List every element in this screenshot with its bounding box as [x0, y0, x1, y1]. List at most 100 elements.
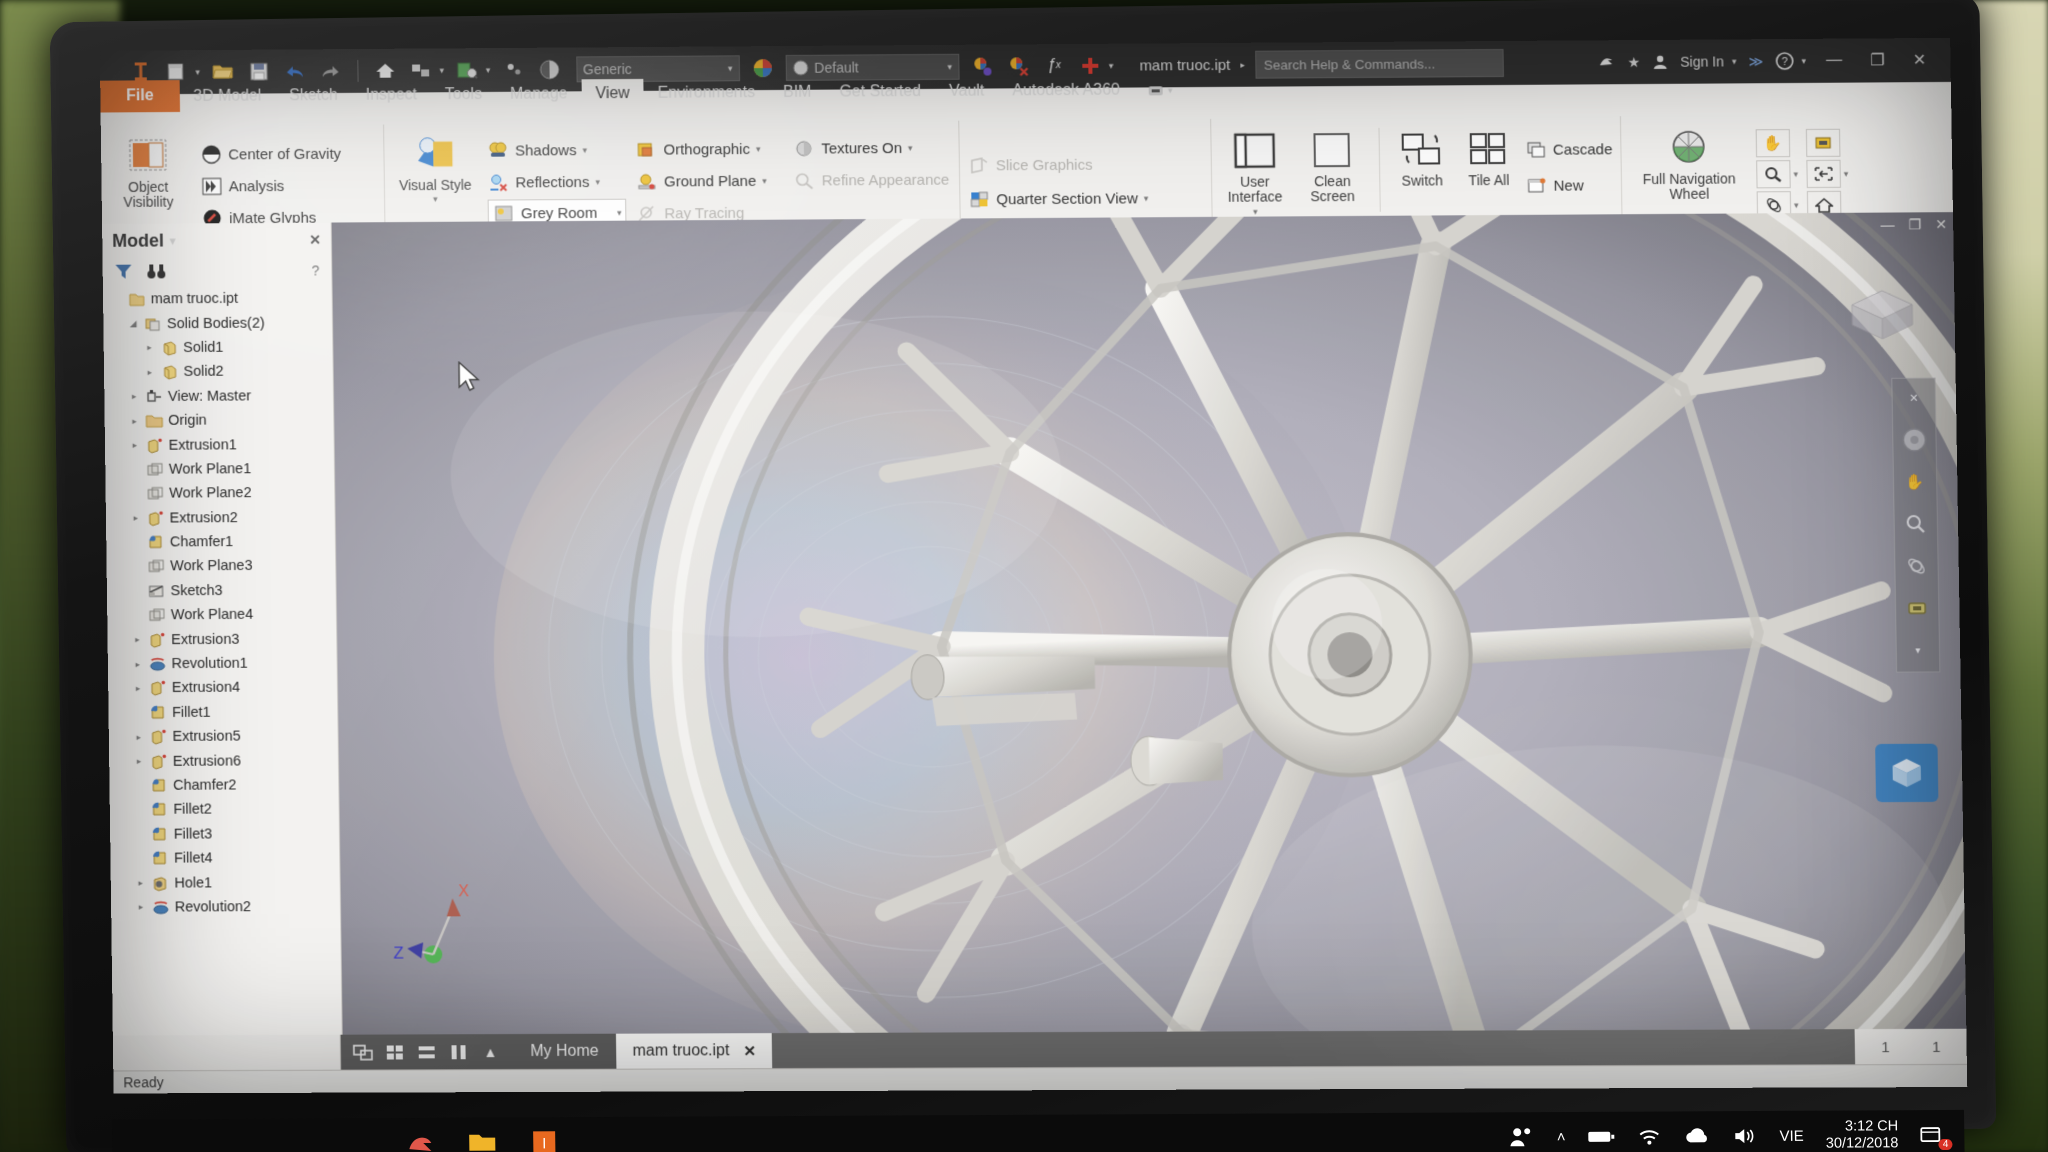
update-dropdown-icon[interactable]: ▾ — [486, 65, 491, 76]
orbit-constrained-icon[interactable] — [1805, 128, 1841, 157]
tab-manage[interactable]: Manage — [496, 79, 582, 109]
quarter-section-view-item[interactable]: Quarter Section View ▾ — [968, 183, 1203, 214]
zoom-all-dropdown-icon[interactable]: ▾ — [1844, 168, 1854, 179]
clean-screen-button[interactable]: Clean Screen — [1297, 128, 1368, 205]
user-interface-button[interactable]: User Interface ▾ — [1219, 128, 1290, 217]
tree-node[interactable]: Fillet1 — [112, 700, 337, 725]
taskbar-app-3-icon[interactable]: I — [526, 1125, 563, 1152]
minimize-button[interactable]: — — [1818, 52, 1850, 70]
document-tab-close-icon[interactable]: ✕ — [743, 1042, 756, 1060]
browser-close-icon[interactable]: ✕ — [309, 231, 321, 248]
taskbar-tray[interactable]: ˄ VIE 3:12 CH 30/12/2018 4 — [1509, 1118, 1965, 1152]
tree-expander-icon[interactable]: ▸ — [132, 659, 144, 670]
tab-view[interactable]: View — [581, 78, 644, 110]
help-icon[interactable]: ? — [1775, 52, 1793, 70]
tree-expander-icon[interactable]: ▸ — [129, 440, 141, 451]
cascade-item[interactable]: Cascade — [1525, 134, 1613, 165]
tab-vault[interactable]: Vault — [935, 76, 999, 106]
wifi-icon[interactable] — [1637, 1128, 1661, 1146]
taskbar-app-1-icon[interactable] — [402, 1126, 439, 1152]
chevron-up-icon[interactable]: ˄ — [1557, 1129, 1566, 1146]
tree-expander-icon[interactable]: ▸ — [130, 513, 142, 524]
view-cube[interactable] — [1841, 282, 1920, 345]
search-input[interactable]: Search Help & Commands... — [1254, 48, 1504, 79]
tree-expander-icon[interactable]: ▸ — [143, 343, 155, 354]
restore-button[interactable]: ❐ — [1862, 50, 1893, 70]
pan-icon[interactable]: ✋ — [1755, 129, 1791, 158]
tab-file[interactable]: File — [100, 80, 180, 113]
tree-expander-icon[interactable]: ▸ — [132, 683, 144, 694]
navbar-zoom-icon[interactable] — [1901, 511, 1932, 537]
grid-icon[interactable] — [383, 1041, 407, 1063]
ground-plane-dropdown-icon[interactable]: ▾ — [762, 175, 767, 186]
tree-node[interactable]: ▸ Extrusion5 — [113, 724, 338, 749]
ribbon-tabs[interactable]: File 3D Model Sketch Inspect Tools Manag… — [100, 73, 1187, 113]
visual-style-button[interactable]: Visual Style ▾ — [392, 132, 478, 230]
new-file-dropdown-icon[interactable]: ▾ — [195, 67, 200, 78]
qat-overflow-icon[interactable]: ▾ — [1109, 60, 1114, 71]
ground-plane-item[interactable]: Ground Plane ▾ — [636, 166, 784, 197]
shadows-item[interactable]: Shadows ▾ — [487, 135, 626, 166]
tree-expander-icon[interactable]: ◢ — [127, 318, 139, 329]
taskbar-apps[interactable]: I — [112, 1125, 563, 1152]
tree-node[interactable]: ▸ Solid2 — [108, 359, 333, 385]
orthographic-dropdown-icon[interactable]: ▾ — [756, 143, 761, 154]
tab-3d-model[interactable]: 3D Model — [179, 81, 275, 112]
analysis-item[interactable]: Analysis — [201, 171, 342, 202]
columns-icon[interactable] — [446, 1041, 470, 1063]
tree-expander-icon[interactable]: ▸ — [133, 756, 145, 767]
user-icon[interactable] — [1652, 54, 1668, 70]
battery-icon[interactable] — [1587, 1129, 1615, 1145]
document-tab-active[interactable]: mam truoc.ipt ✕ — [616, 1033, 773, 1070]
quarter-section-dropdown-icon[interactable]: ▾ — [1144, 193, 1149, 204]
material-dropdown-icon[interactable]: ▾ — [728, 63, 733, 74]
binoculars-icon[interactable] — [146, 262, 166, 280]
exchange-apps-icon[interactable]: ≫ — [1748, 53, 1763, 70]
tree-node[interactable]: ▸ Extrusion6 — [113, 749, 338, 774]
tree-expander-icon[interactable]: ▸ — [128, 416, 140, 427]
zoom-all-icon[interactable] — [1806, 159, 1841, 189]
tree-node[interactable]: ▸ Extrusion4 — [112, 675, 337, 700]
notification-center-icon[interactable]: 4 — [1920, 1126, 1953, 1151]
navbar-look-icon[interactable] — [1902, 595, 1933, 621]
tab-bim[interactable]: BIM — [769, 78, 826, 108]
tree-node[interactable]: ▸ Extrusion3 — [111, 627, 336, 652]
my-home-tab[interactable]: My Home — [512, 1033, 617, 1071]
tree-node[interactable]: Sketch3 — [111, 578, 336, 603]
taskbar-app-2-icon[interactable] — [464, 1126, 501, 1152]
viewport-restore-icon[interactable]: ❐ — [1908, 216, 1921, 233]
tree-node[interactable]: Fillet3 — [114, 822, 339, 847]
favorites-icon[interactable]: ★ — [1627, 54, 1640, 71]
viewport-close-icon[interactable]: ✕ — [1935, 216, 1947, 233]
tree-node[interactable]: Work Plane3 — [110, 554, 335, 580]
object-visibility-button[interactable]: Object Visibility — [109, 134, 188, 234]
orthographic-item[interactable]: Orthographic ▾ — [635, 134, 783, 165]
tree-node[interactable]: ▸ Extrusion2 — [110, 505, 335, 531]
return-dropdown-icon[interactable]: ▾ — [439, 65, 444, 76]
reflections-dropdown-icon[interactable]: ▾ — [595, 176, 600, 187]
volume-icon[interactable] — [1733, 1127, 1757, 1145]
tree-expander-icon[interactable]: ▸ — [133, 732, 145, 743]
graphics-viewport[interactable]: — ❐ ✕ ✕ ✋ ▾ X Z — [331, 212, 1967, 1047]
tree-expander-icon[interactable]: ▸ — [135, 878, 147, 889]
visual-style-dropdown-icon[interactable]: ▾ — [433, 194, 438, 205]
tree-node[interactable]: ▸ Hole1 — [115, 870, 340, 895]
tree-node[interactable]: ◢ Solid Bodies(2) — [107, 311, 332, 337]
tree-expander-icon[interactable]: ▸ — [131, 634, 143, 645]
browser-toolbar[interactable]: ? — [103, 256, 332, 285]
browser-tree[interactable]: mam truoc.ipt ◢ Solid Bodies(2) ▸ Solid1 ▸ Sol… — [103, 284, 342, 1047]
share-icon[interactable] — [1597, 53, 1615, 71]
tree-node[interactable]: Work Plane1 — [109, 457, 334, 483]
people-icon[interactable] — [1509, 1126, 1535, 1148]
tree-node[interactable]: Chamfer2 — [113, 773, 338, 798]
tree-node[interactable]: Work Plane2 — [109, 481, 334, 507]
viewport-window-controls[interactable]: — ❐ ✕ — [1880, 216, 1947, 233]
help-dropdown-icon[interactable]: ▾ — [1801, 55, 1806, 66]
tab-screencast-icon[interactable]: ▾ — [1134, 75, 1187, 105]
tree-expander-icon[interactable]: ▸ — [128, 391, 140, 402]
full-navigation-wheel-button[interactable]: Full Navigation Wheel — [1629, 125, 1749, 203]
navbar-settings-icon[interactable]: ▾ — [1903, 637, 1934, 663]
filter-icon[interactable] — [114, 263, 132, 281]
navbar-pan-icon[interactable]: ✋ — [1900, 469, 1931, 495]
tab-get-started[interactable]: Get Started — [825, 77, 935, 108]
